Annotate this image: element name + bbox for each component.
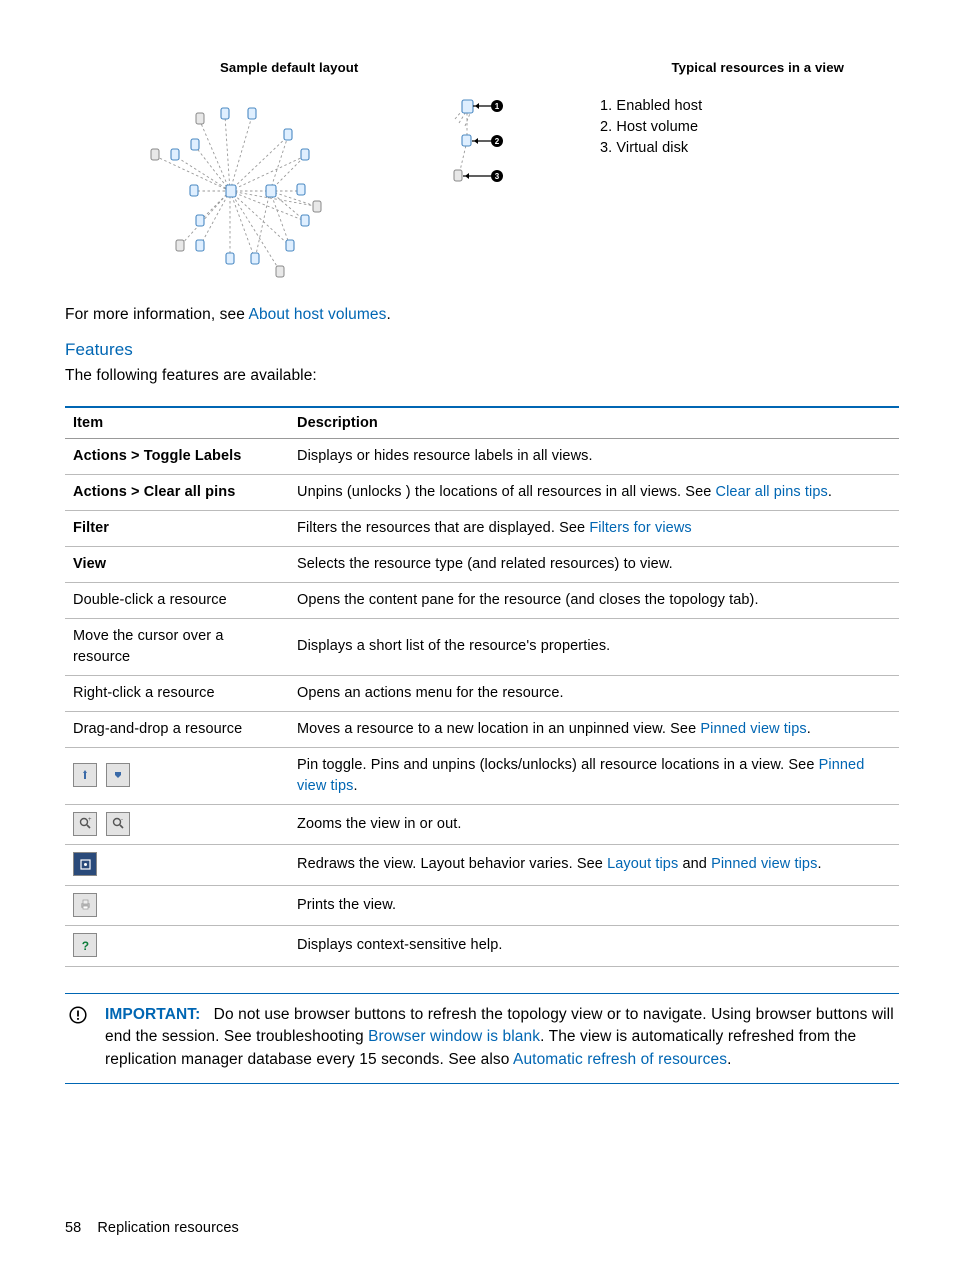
- svg-text:1: 1: [495, 102, 500, 111]
- print-icon: [73, 893, 97, 917]
- footer-title: Replication resources: [97, 1220, 239, 1236]
- svg-text:?: ?: [81, 939, 88, 952]
- pin-icon: [73, 763, 97, 787]
- pinned-view-tips-link[interactable]: Pinned view tips: [700, 721, 806, 737]
- table-row: Right-click a resource Opens an actions …: [65, 675, 899, 711]
- layout-tips-link[interactable]: Layout tips: [607, 856, 678, 872]
- page-footer: 58 Replication resources: [65, 1220, 239, 1236]
- browser-blank-link[interactable]: Browser window is blank: [368, 1028, 540, 1045]
- page: Sample default layout Typical resources …: [0, 0, 954, 1271]
- typical-resources-diagram: 1 2 3 1. Enabled host 2. Host volume 3. …: [445, 83, 899, 201]
- unpin-icon: [106, 763, 130, 787]
- diagram-headers: Sample default layout Typical resources …: [220, 60, 844, 75]
- about-host-volumes-link[interactable]: About host volumes: [249, 306, 387, 323]
- svg-text:+: +: [88, 817, 92, 823]
- table-row: + - Zooms the view in or out.: [65, 804, 899, 845]
- svg-text:-: -: [121, 817, 123, 823]
- table-row: Redraws the view. Layout behavior varies…: [65, 845, 899, 886]
- table-row: View Selects the resource type (and rela…: [65, 546, 899, 582]
- zoom-in-icon: +: [73, 812, 97, 836]
- help-icon: ?: [73, 933, 97, 957]
- table-row: Drag-and-drop a resource Moves a resourc…: [65, 711, 899, 747]
- zoom-out-icon: -: [106, 812, 130, 836]
- clear-all-pins-tips-link[interactable]: Clear all pins tips: [716, 484, 828, 500]
- table-row: Move the cursor over a resource Displays…: [65, 618, 899, 675]
- redraw-icon: [73, 852, 97, 876]
- th-desc: Description: [289, 407, 899, 439]
- left-diagram-title: Sample default layout: [220, 60, 358, 75]
- table-row: ? Displays context-sensitive help.: [65, 926, 899, 967]
- page-number: 58: [65, 1220, 81, 1236]
- legend-2: 2. Host volume: [600, 117, 702, 138]
- table-row: Pin toggle. Pins and unpins (locks/unloc…: [65, 747, 899, 804]
- features-heading: Features: [65, 340, 899, 360]
- legend-3: 3. Virtual disk: [600, 138, 702, 159]
- right-diagram-title: Typical resources in a view: [671, 60, 844, 75]
- intro-line: For more information, see About host vol…: [65, 303, 899, 326]
- svg-text:2: 2: [495, 137, 500, 146]
- table-row: Actions > Toggle Labels Displays or hide…: [65, 438, 899, 474]
- svg-text:3: 3: [495, 172, 500, 181]
- sample-layout-diagram: [65, 83, 445, 285]
- features-intro: The following features are available:: [65, 364, 899, 387]
- filters-for-views-link[interactable]: Filters for views: [589, 520, 691, 536]
- legend-1: 1. Enabled host: [600, 96, 702, 117]
- table-row: Prints the view.: [65, 885, 899, 926]
- table-row: Double-click a resource Opens the conten…: [65, 582, 899, 618]
- important-icon: [65, 1006, 91, 1028]
- legend: 1. Enabled host 2. Host volume 3. Virtua…: [600, 96, 702, 159]
- features-table: Item Description Actions > Toggle Labels…: [65, 406, 899, 967]
- diagrams-row: 1 2 3 1. Enabled host 2. Host volume 3. …: [65, 83, 899, 285]
- important-label: IMPORTANT:: [105, 1006, 200, 1023]
- table-row: Actions > Clear all pins Unpins (unlocks…: [65, 474, 899, 510]
- table-row: Filter Filters the resources that are di…: [65, 510, 899, 546]
- pinned-view-tips-link-3[interactable]: Pinned view tips: [711, 856, 817, 872]
- auto-refresh-link[interactable]: Automatic refresh of resources: [513, 1051, 727, 1068]
- th-item: Item: [65, 407, 289, 439]
- important-note: IMPORTANT: Do not use browser buttons to…: [65, 993, 899, 1084]
